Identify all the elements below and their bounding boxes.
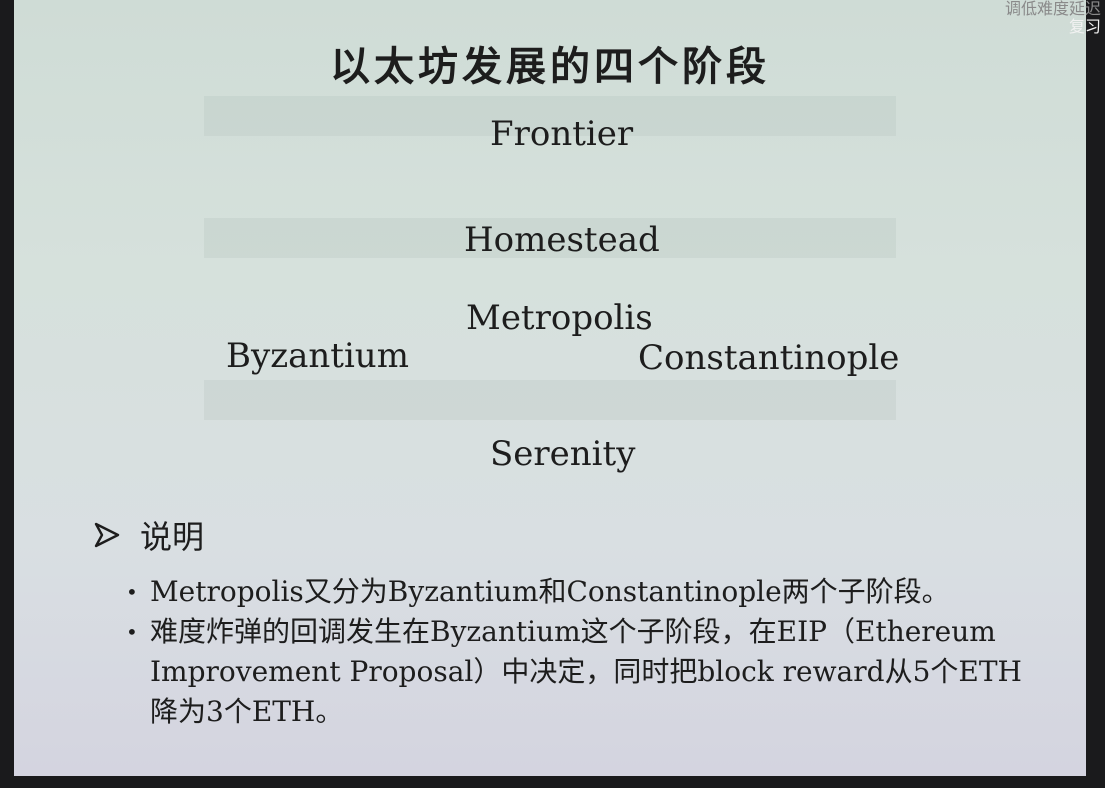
stage-byzantium: Byzantium [226,336,409,376]
section-heading-text: 说明 [140,518,205,556]
arrow-right-icon [94,522,120,548]
video-overlay-text: 调低难度延迟 复习 [1005,0,1101,36]
section-heading: 说明 [94,512,204,558]
slide-title: 以太坊发展的四个阶段 [330,43,770,90]
background-band [204,380,896,420]
bullet-dot-icon: • [126,620,138,644]
overlay-line-2: 复习 [1068,17,1101,36]
stage-metropolis: Metropolis [466,298,653,338]
stage-frontier: Frontier [490,114,634,154]
overlay-line-1: 调低难度延迟 [1004,0,1101,18]
bullet-dot-icon: • [126,580,138,604]
list-item: • Metropolis又分为Byzantium和Constantinople两… [126,572,1026,612]
stage-constantinople: Constantinople [638,338,900,378]
bullet-list: • Metropolis又分为Byzantium和Constantinople两… [126,572,1026,732]
stage-serenity: Serenity [490,434,636,474]
list-item: • 难度炸弹的回调发生在Byzantium这个子阶段，在EIP（Ethereum… [126,612,1026,732]
bullet-text: 难度炸弹的回调发生在Byzantium这个子阶段，在EIP（Ethereum I… [150,615,1022,728]
stage-homestead: Homestead [464,220,660,260]
slide: 以太坊发展的四个阶段 Frontier Homestead Metropolis… [14,0,1086,776]
bullet-text: Metropolis又分为Byzantium和Constantinople两个子… [150,575,950,608]
